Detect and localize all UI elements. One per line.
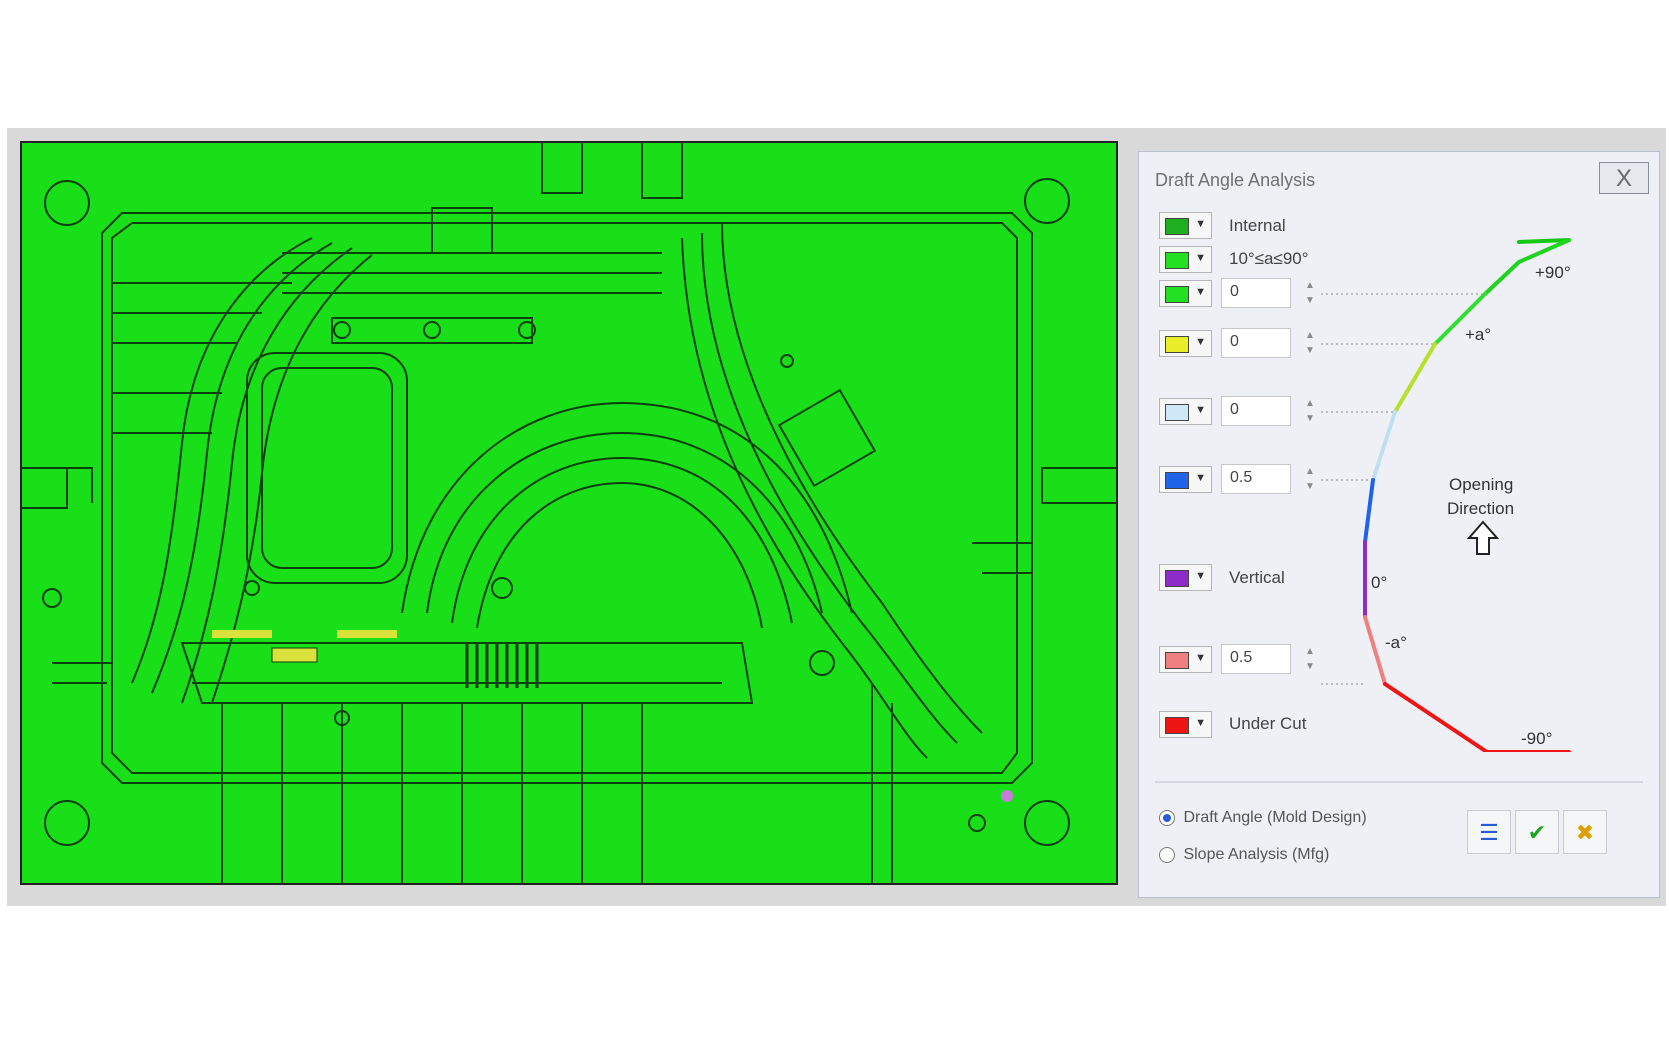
gauge-label-minus-a: -a° — [1385, 633, 1407, 652]
undercut-label: Under Cut — [1229, 714, 1307, 733]
color-picker-internal[interactable]: ▼ — [1159, 212, 1212, 239]
apply-check-icon: ✔ — [1527, 820, 1547, 845]
gauge-segment-small — [1363, 478, 1375, 544]
color-swatch — [1165, 472, 1189, 489]
color-swatch — [1165, 570, 1189, 587]
color-picker-undercut[interactable]: ▼ — [1159, 711, 1212, 738]
color-picker-near-zero[interactable]: ▼ — [1159, 398, 1212, 425]
color-picker-positive-draft[interactable]: ▼ — [1159, 280, 1212, 307]
gauge-label-plus90: +90° — [1535, 263, 1571, 282]
internal-label: Internal — [1229, 216, 1286, 235]
app-frame: Draft Angle Analysis X ▼ Internal ▼ 10°≤… — [7, 128, 1666, 906]
model-viewport[interactable] — [20, 141, 1118, 885]
dropdown-arrow-icon: ▼ — [1195, 570, 1206, 582]
dropdown-arrow-icon: ▼ — [1195, 252, 1206, 264]
gauge-label-zero: 0° — [1371, 573, 1387, 592]
color-picker-draft-range[interactable]: ▼ — [1159, 246, 1212, 273]
gauge-segment-near-zero — [1371, 410, 1397, 482]
color-picker-small-draft[interactable]: ▼ — [1159, 466, 1212, 493]
close-button[interactable]: X — [1599, 162, 1649, 194]
draft-angle-dialog: Draft Angle Analysis X ▼ Internal ▼ 10°≤… — [1138, 151, 1660, 898]
mode-option-slope-label: Slope Analysis (Mfg) — [1183, 846, 1330, 863]
negative-draft-input[interactable]: 0.5 — [1221, 644, 1291, 674]
color-swatch — [1165, 286, 1189, 303]
dropdown-arrow-icon: ▼ — [1195, 336, 1206, 348]
dropdown-arrow-icon: ▼ — [1195, 404, 1206, 416]
color-swatch — [1165, 652, 1189, 669]
color-picker-vertical[interactable]: ▼ — [1159, 564, 1212, 591]
settings-button[interactable]: ☰ — [1467, 810, 1511, 854]
apply-button[interactable]: ✔ — [1515, 810, 1559, 854]
gauge-label-plus-a: +a° — [1465, 325, 1491, 344]
near-zero-input[interactable]: 0 — [1221, 396, 1291, 426]
color-swatch — [1165, 404, 1189, 421]
draft-range-label: 10°≤a≤90° — [1229, 249, 1309, 268]
vertical-label: Vertical — [1229, 568, 1285, 587]
color-swatch — [1165, 252, 1189, 269]
positive-draft-input[interactable]: 0 — [1221, 278, 1291, 308]
gauge-label-minus90: -90° — [1521, 729, 1552, 748]
dropdown-arrow-icon: ▼ — [1195, 717, 1206, 729]
mode-option-draft[interactable]: Draft Angle (Mold Design) — [1159, 809, 1367, 827]
opening-direction-line1: Opening — [1449, 475, 1513, 494]
mode-option-slope[interactable]: Slope Analysis (Mfg) — [1159, 846, 1329, 864]
color-swatch — [1165, 717, 1189, 734]
radio-draft-selected[interactable] — [1159, 809, 1175, 826]
settings-icon: ☰ — [1479, 820, 1499, 845]
opening-direction-line2: Direction — [1447, 499, 1514, 518]
gauge-segment-low — [1393, 342, 1437, 414]
dialog-separator — [1155, 781, 1643, 783]
small-draft-input[interactable]: 0.5 — [1221, 464, 1291, 494]
dropdown-arrow-icon: ▼ — [1195, 652, 1206, 664]
color-picker-low-draft[interactable]: ▼ — [1159, 330, 1212, 357]
dropdown-arrow-icon: ▼ — [1195, 286, 1206, 298]
color-swatch — [1165, 336, 1189, 353]
cancel-icon: ✖ — [1575, 820, 1595, 845]
radio-slope[interactable] — [1159, 846, 1175, 863]
gauge-segment-negative — [1363, 615, 1387, 686]
cancel-button[interactable]: ✖ — [1563, 810, 1607, 854]
dropdown-arrow-icon: ▼ — [1195, 472, 1206, 484]
up-arrow-icon — [1466, 520, 1500, 555]
mold-model-drawing — [22, 143, 1116, 883]
angle-gauge: +90° +a° 0° -a° -90° Opening Direction — [1321, 238, 1571, 752]
low-draft-input[interactable]: 0 — [1221, 328, 1291, 358]
mode-option-draft-label: Draft Angle (Mold Design) — [1183, 809, 1367, 826]
dialog-title: Draft Angle Analysis — [1155, 170, 1316, 190]
color-picker-negative-draft[interactable]: ▼ — [1159, 646, 1212, 673]
color-swatch — [1165, 218, 1189, 235]
dropdown-arrow-icon: ▼ — [1195, 218, 1206, 230]
